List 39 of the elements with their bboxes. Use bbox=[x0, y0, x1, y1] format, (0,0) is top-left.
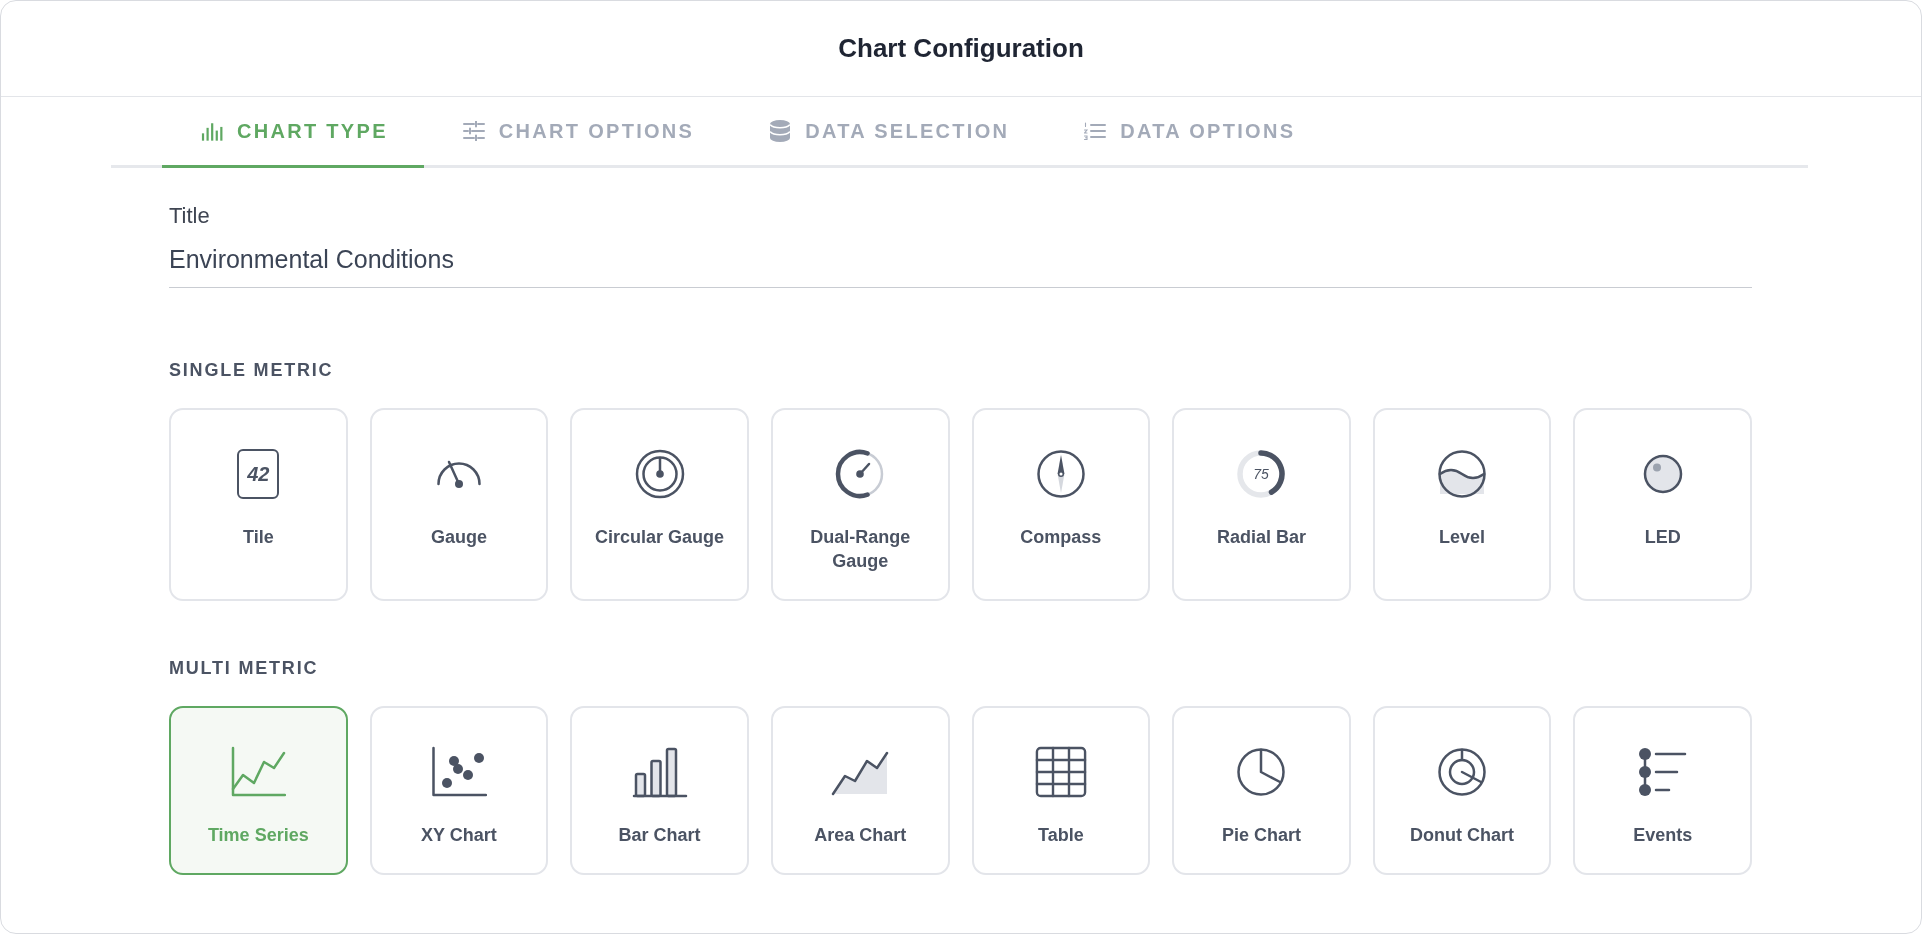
chart-type-option[interactable]: Level bbox=[1372, 408, 1552, 601]
chart-type-option[interactable]: Donut Chart bbox=[1372, 706, 1552, 875]
chart-type-option[interactable]: Area Chart bbox=[770, 706, 950, 875]
chart-type-option[interactable]: LED bbox=[1573, 408, 1752, 601]
chart-type-option[interactable]: Pie Chart bbox=[1172, 706, 1351, 875]
gauge-icon bbox=[434, 459, 483, 489]
wave-circle-icon bbox=[1437, 449, 1488, 499]
sliders-icon bbox=[462, 121, 485, 141]
chart-type-option[interactable]: Compass bbox=[971, 408, 1151, 601]
chart-type-option[interactable]: XY Chart bbox=[369, 706, 549, 875]
chart-type-option[interactable]: Events bbox=[1573, 706, 1752, 875]
compass-icon bbox=[1035, 449, 1086, 499]
chart-type-option[interactable]: Table bbox=[971, 706, 1151, 875]
title-input[interactable]: Environmental Conditions bbox=[169, 239, 1752, 288]
progress-ring-icon: 75 bbox=[1236, 449, 1287, 499]
scatter-plot-icon bbox=[430, 746, 487, 798]
field-label: Title bbox=[169, 203, 211, 229]
chart-type-option[interactable]: 42 Tile bbox=[169, 408, 348, 601]
circular-gauge-icon bbox=[634, 449, 685, 499]
chart-type-option[interactable]: Bar Chart bbox=[570, 706, 749, 875]
pie-chart-icon bbox=[1236, 747, 1287, 797]
number-tile-icon: 42 bbox=[237, 449, 280, 499]
timeline-icon bbox=[1637, 747, 1688, 797]
led-icon bbox=[1642, 454, 1683, 494]
donut-chart-icon bbox=[1437, 747, 1488, 797]
chart-type-option[interactable]: 75 Radial Bar bbox=[1172, 408, 1351, 601]
line-chart-icon bbox=[230, 746, 287, 798]
bar-chart-icon bbox=[631, 746, 688, 798]
section-heading: SINGLE METRIC bbox=[169, 359, 335, 381]
chart-type-option[interactable]: Gauge bbox=[369, 408, 549, 601]
chart-type-option[interactable]: Dual-Range Gauge bbox=[770, 408, 950, 601]
table-grid-icon bbox=[1034, 746, 1087, 798]
dual-range-gauge-icon bbox=[835, 449, 886, 499]
numbered-list-icon bbox=[1084, 122, 1107, 140]
chart-type-option[interactable]: Circular Gauge bbox=[570, 408, 749, 601]
section-heading: MULTI METRIC bbox=[169, 657, 320, 679]
window-title: Chart Configuration bbox=[838, 33, 1084, 64]
bar-chart-icon bbox=[201, 121, 223, 141]
database-icon bbox=[769, 119, 792, 143]
